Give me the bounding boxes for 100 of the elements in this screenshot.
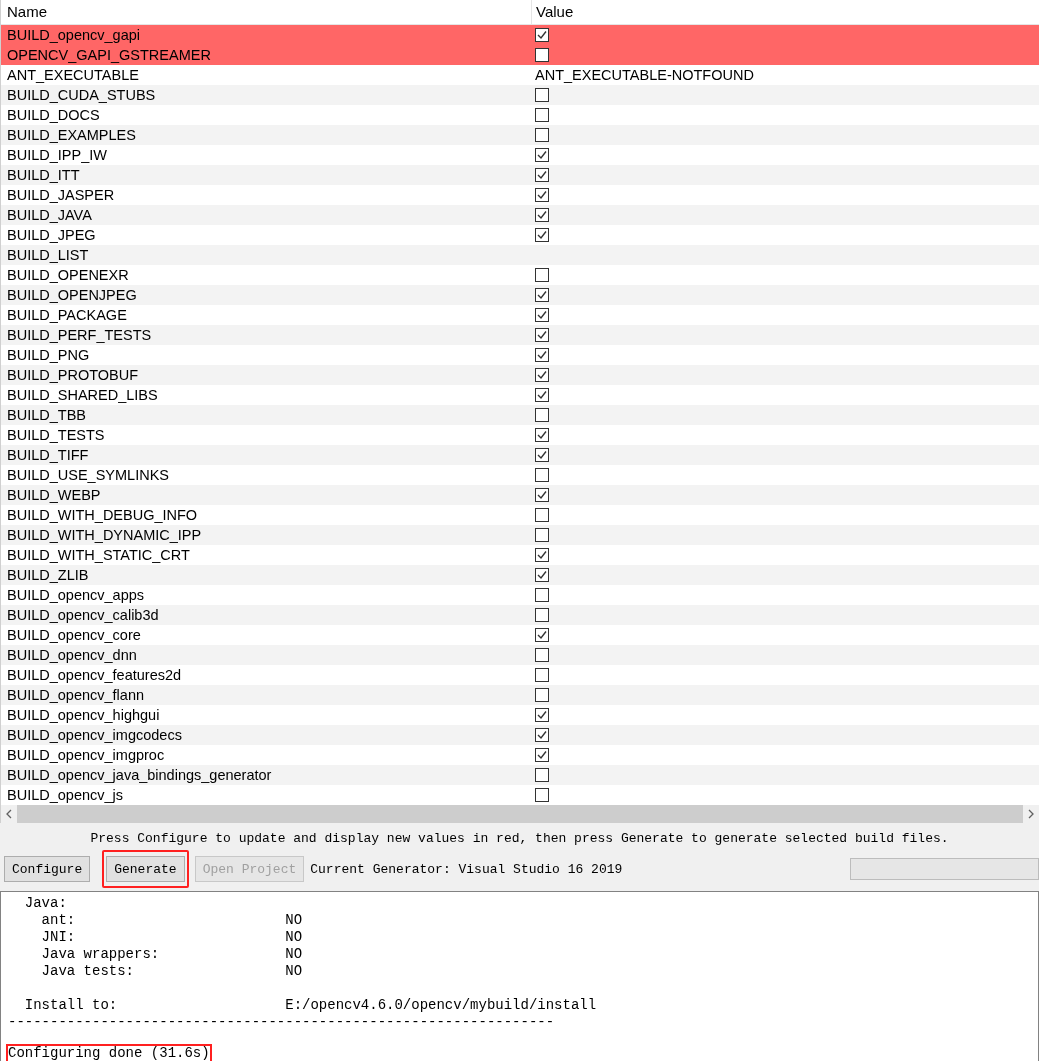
toolbar-button[interactable]: Generate: [106, 856, 185, 882]
checkbox[interactable]: [535, 388, 549, 402]
table-row[interactable]: BUILD_TBB: [1, 405, 1039, 425]
table-row[interactable]: BUILD_opencv_gapi: [1, 25, 1039, 45]
table-row[interactable]: BUILD_CUDA_STUBS: [1, 85, 1039, 105]
table-row[interactable]: BUILD_opencv_imgproc: [1, 745, 1039, 765]
table-row[interactable]: BUILD_PNG: [1, 345, 1039, 365]
table-cell-text: BUILD_ITT: [6, 167, 81, 183]
table-row[interactable]: BUILD_JAVA: [1, 205, 1039, 225]
checkbox[interactable]: [535, 648, 549, 662]
table-row[interactable]: BUILD_opencv_apps: [1, 585, 1039, 605]
toolbar-button[interactable]: Configure: [4, 856, 91, 882]
table-row[interactable]: BUILD_LIST: [1, 245, 1039, 265]
table-row[interactable]: ANT_EXECUTABLE ANT_EXECUTABLE-NOTFOUND: [1, 65, 1039, 85]
checkbox[interactable]: [535, 108, 549, 122]
table-row[interactable]: BUILD_USE_SYMLINKS: [1, 465, 1039, 485]
table-row[interactable]: BUILD_PERF_TESTS: [1, 325, 1039, 345]
checkbox[interactable]: [535, 288, 549, 302]
table-row[interactable]: BUILD_ZLIB: [1, 565, 1039, 585]
checkbox[interactable]: [535, 148, 549, 162]
checkbox[interactable]: [535, 408, 549, 422]
table-row[interactable]: BUILD_opencv_flann: [1, 685, 1039, 705]
table-row[interactable]: BUILD_PACKAGE: [1, 305, 1039, 325]
table-cell-text: BUILD_SHARED_LIBS: [6, 387, 159, 403]
log-line: Java:: [23, 895, 67, 912]
checkbox[interactable]: [535, 708, 549, 722]
table-cell-text: BUILD_JPEG: [6, 227, 97, 243]
table-cell-text: BUILD_opencv_js: [6, 787, 125, 803]
table-row[interactable]: OPENCV_GAPI_GSTREAMER: [1, 45, 1039, 65]
checkbox[interactable]: [535, 188, 549, 202]
table-cell-text: BUILD_WITH_DEBUG_INFO: [6, 507, 199, 523]
table-row[interactable]: BUILD_WITH_DEBUG_INFO: [1, 505, 1039, 525]
checkbox[interactable]: [535, 528, 549, 542]
checkbox[interactable]: [535, 468, 549, 482]
table-row[interactable]: BUILD_opencv_js: [1, 785, 1039, 805]
log-line: Install to: E:/opencv4.6.0/opencv/mybuild/install: [23, 997, 597, 1014]
checkbox[interactable]: [535, 128, 549, 142]
checkbox[interactable]: [535, 508, 549, 522]
table-row[interactable]: BUILD_TESTS: [1, 425, 1039, 445]
table-row[interactable]: BUILD_DOCS: [1, 105, 1039, 125]
table-row[interactable]: BUILD_WITH_DYNAMIC_IPP: [1, 525, 1039, 545]
table-row[interactable]: BUILD_opencv_core: [1, 625, 1039, 645]
checkbox[interactable]: [535, 628, 549, 642]
checkbox[interactable]: [535, 168, 549, 182]
checkbox[interactable]: [535, 368, 549, 382]
table-cell-text: ANT_EXECUTABLE-NOTFOUND: [534, 67, 755, 83]
checkbox[interactable]: [535, 688, 549, 702]
checkbox[interactable]: [535, 208, 549, 222]
table-cell-text: BUILD_TESTS: [6, 427, 106, 443]
checkbox[interactable]: [535, 548, 549, 562]
table-cell-text: BUILD_EXAMPLES: [6, 127, 137, 143]
table-cell-text: BUILD_TBB: [6, 407, 87, 423]
table-cell-text: OPENCV_GAPI_GSTREAMER: [6, 47, 212, 63]
table-row[interactable]: BUILD_opencv_imgcodecs: [1, 725, 1039, 745]
checkbox[interactable]: [535, 448, 549, 462]
checkbox[interactable]: [535, 728, 549, 742]
table-cell-text: BUILD_opencv_gapi: [6, 27, 141, 43]
table-cell-text: BUILD_TIFF: [6, 447, 90, 463]
checkbox[interactable]: [535, 88, 549, 102]
table-row[interactable]: BUILD_ITT: [1, 165, 1039, 185]
table-row[interactable]: BUILD_IPP_IW: [1, 145, 1039, 165]
table-row[interactable]: BUILD_opencv_calib3d: [1, 605, 1039, 625]
table-row[interactable]: BUILD_EXAMPLES: [1, 125, 1039, 145]
table-row[interactable]: BUILD_JPEG: [1, 225, 1039, 245]
checkbox[interactable]: [535, 428, 549, 442]
table-row[interactable]: BUILD_WITH_STATIC_CRT: [1, 545, 1039, 565]
checkbox[interactable]: [535, 668, 549, 682]
table-cell-text: BUILD_PNG: [6, 347, 91, 363]
table-cell-text: BUILD_opencv_flann: [6, 687, 146, 703]
table-row[interactable]: BUILD_opencv_highgui: [1, 705, 1039, 725]
checkbox[interactable]: [535, 228, 549, 242]
checkbox[interactable]: [535, 268, 549, 282]
checkbox[interactable]: [535, 48, 549, 62]
table-row[interactable]: BUILD_opencv_features2d: [1, 665, 1039, 685]
table-row[interactable]: BUILD_OPENEXR: [1, 265, 1039, 285]
table-row[interactable]: BUILD_WEBP: [1, 485, 1039, 505]
checkbox[interactable]: [535, 308, 549, 322]
table-row[interactable]: BUILD_opencv_java_bindings_generator: [1, 765, 1039, 785]
scrollbar-thumb[interactable]: [17, 805, 1023, 823]
table-row[interactable]: BUILD_JASPER: [1, 185, 1039, 205]
checkbox[interactable]: [535, 28, 549, 42]
checkbox[interactable]: [535, 768, 549, 782]
table-row[interactable]: BUILD_opencv_dnn: [1, 645, 1039, 665]
table-row[interactable]: BUILD_OPENJPEG: [1, 285, 1039, 305]
checkbox[interactable]: [535, 568, 549, 582]
checkbox[interactable]: [535, 488, 549, 502]
checkbox[interactable]: [535, 788, 549, 802]
table-row[interactable]: BUILD_PROTOBUF: [1, 365, 1039, 385]
column-header: Name: [6, 2, 48, 22]
checkbox[interactable]: [535, 588, 549, 602]
table-row[interactable]: BUILD_SHARED_LIBS: [1, 385, 1039, 405]
table-row[interactable]: BUILD_TIFF: [1, 445, 1039, 465]
checkbox[interactable]: [535, 608, 549, 622]
table-cell-text: BUILD_DOCS: [6, 107, 101, 123]
checkbox[interactable]: [535, 748, 549, 762]
table-cell-text: BUILD_ZLIB: [6, 567, 90, 583]
checkbox[interactable]: [535, 348, 549, 362]
table-cell-text: BUILD_PERF_TESTS: [6, 327, 153, 343]
checkbox[interactable]: [535, 328, 549, 342]
table-cell-text: BUILD_JAVA: [6, 207, 93, 223]
